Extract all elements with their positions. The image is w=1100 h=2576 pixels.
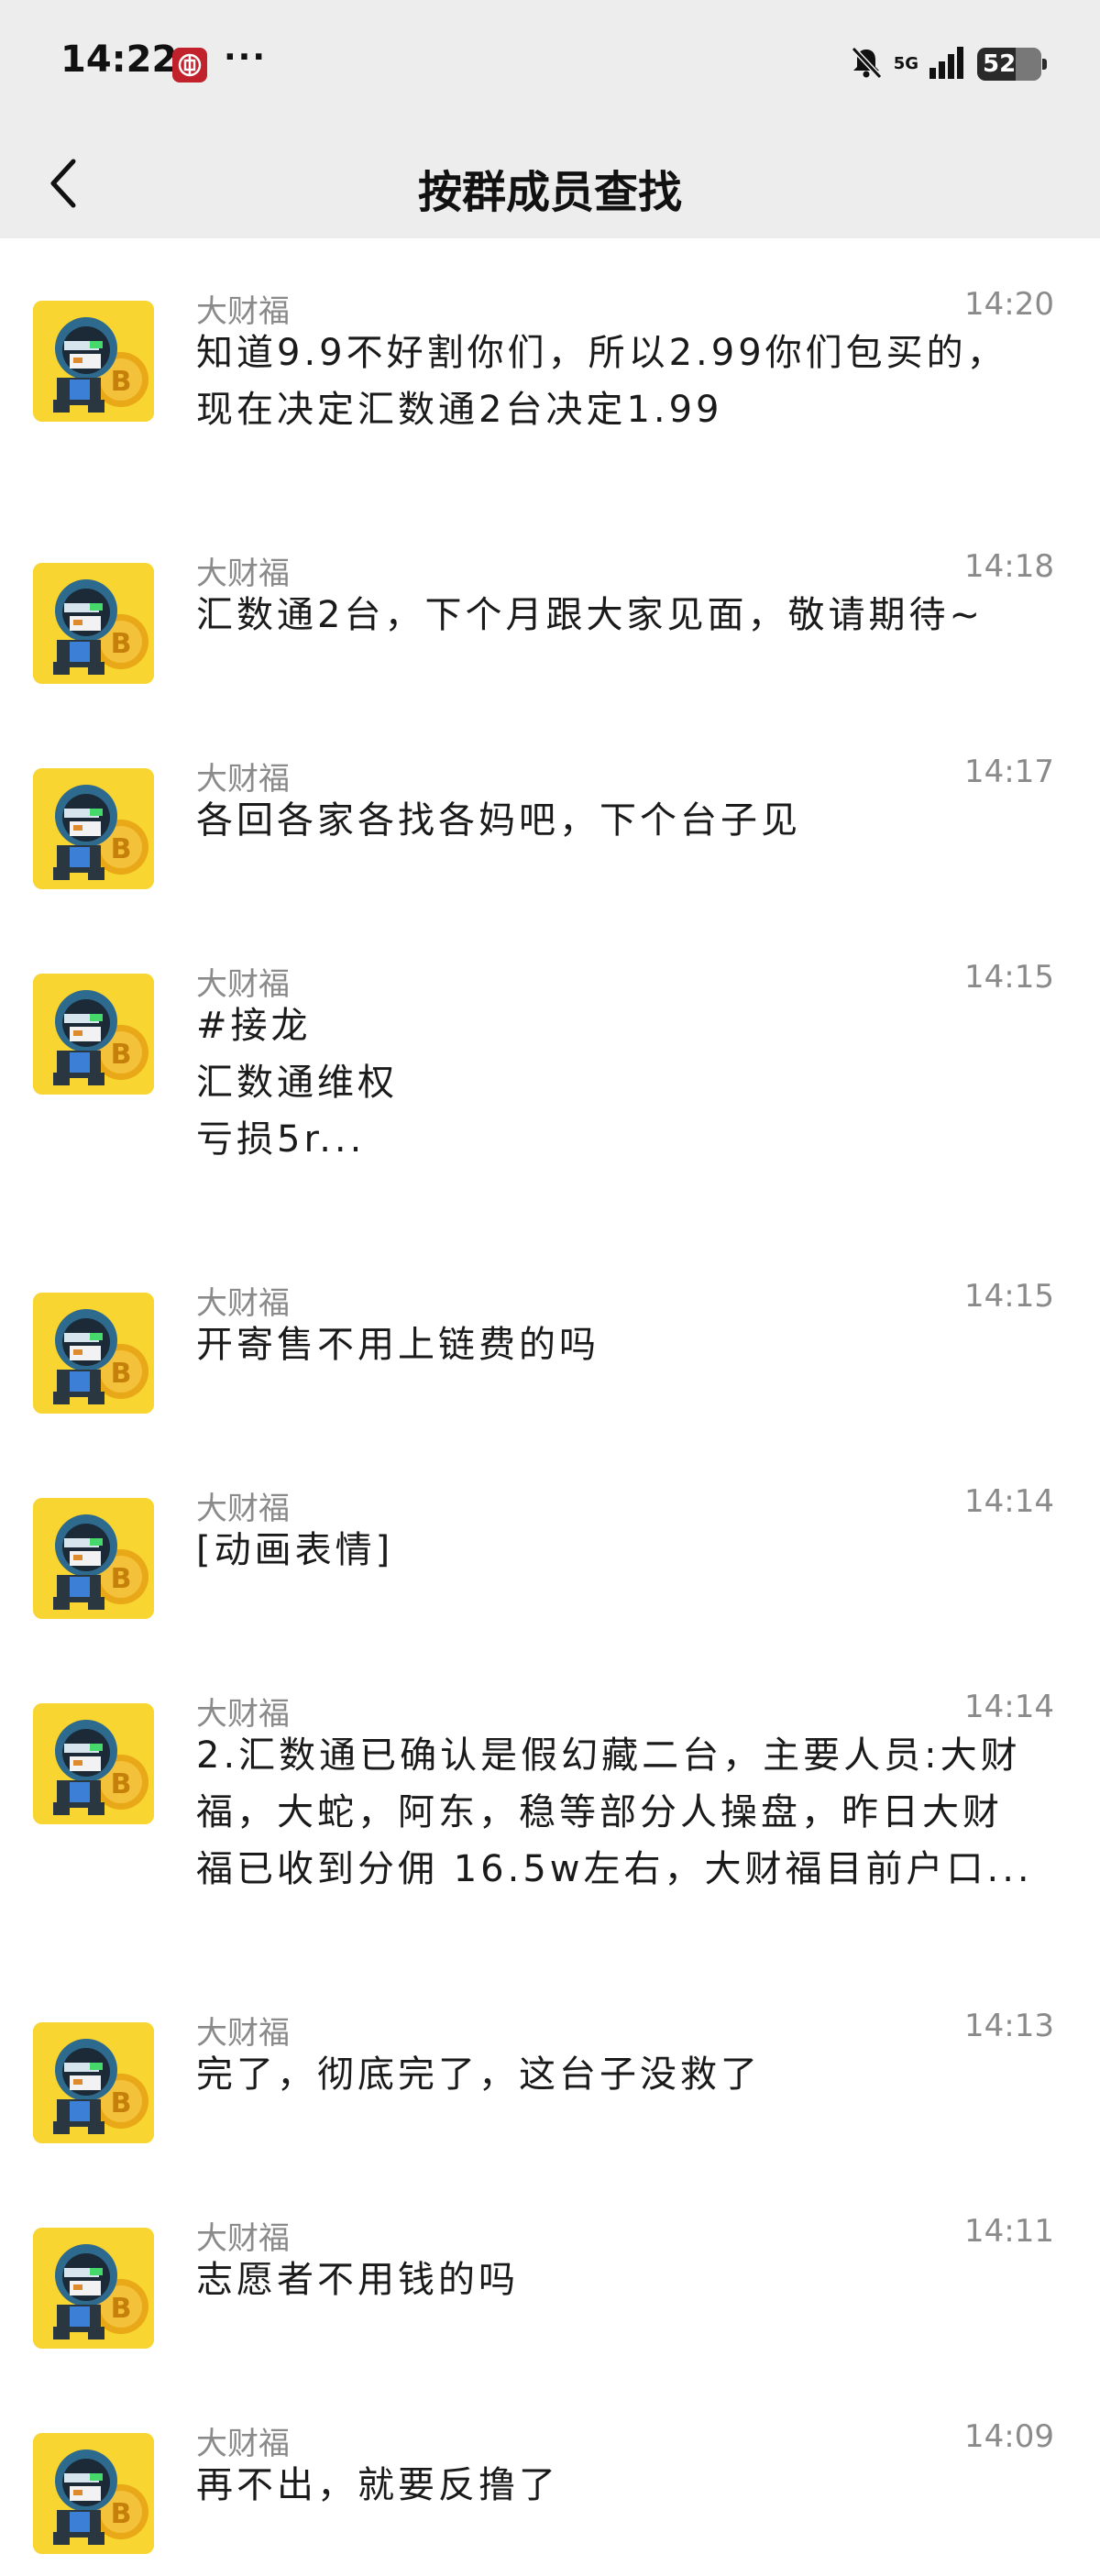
message-item[interactable]: B 大财福 14:13 完了，彻底完了，这台子没救了 — [0, 1960, 1100, 2165]
message-time: 14:18 — [964, 548, 1054, 585]
message-text: 汇数通2台，下个月跟大家见面，敬请期待~ — [196, 587, 1058, 644]
message-line: 福，大蛇，阿东，稳等部分人操盘，昨日大财 — [196, 1791, 1003, 1833]
message-text: [动画表情] — [196, 1522, 1058, 1579]
message-text: 完了，彻底完了，这台子没救了 — [196, 2046, 1058, 2103]
message-text: 2.汇数通已确认是假幻藏二台，主要人员:大财 福，大蛇，阿东，稳等部分人操盘，昨日… — [196, 1727, 1058, 1898]
avatar[interactable]: B — [33, 974, 154, 1095]
svg-text:B: B — [111, 2498, 132, 2530]
message-item[interactable]: B 大财福 14:14 [动画表情] — [0, 1436, 1100, 1641]
avatar[interactable]: B — [33, 301, 154, 422]
message-line: 各回各家各找各妈吧，下个台子见 — [196, 799, 801, 842]
message-text: 志愿者不用钱的吗 — [196, 2251, 1058, 2308]
status-bar: 14:22 ··· 5G 52 — [0, 0, 1100, 128]
page-title: 按群成员查找 — [417, 167, 682, 218]
message-text: 再不出，就要反撸了 — [196, 2457, 1058, 2514]
status-icons: 5G 52 — [848, 44, 1047, 84]
avatar[interactable]: B — [33, 2022, 154, 2143]
message-list: B 大财福 14:20 知道9.9不好割你们，所以2.99你们包买的， 现在决定汇数通… — [0, 238, 1100, 2576]
message-time: 14:13 — [964, 2008, 1054, 2044]
network-indicator: 5G — [894, 56, 918, 72]
message-line: 完了，彻底完了，这台子没救了 — [196, 2053, 761, 2096]
battery-icon: 52 — [977, 48, 1047, 81]
svg-text:B: B — [111, 833, 132, 865]
message-line: 2.汇数通已确认是假幻藏二台，主要人员:大财 — [196, 1734, 1021, 1777]
avatar[interactable]: B — [33, 1498, 154, 1619]
message-text: 知道9.9不好割你们，所以2.99你们包买的， 现在决定汇数通2台决定1.99 — [196, 325, 1058, 438]
svg-text:B: B — [111, 1768, 132, 1800]
message-line: #接龙 — [196, 1005, 312, 1047]
svg-text:B: B — [111, 1039, 132, 1071]
mute-bell-icon — [848, 44, 885, 84]
message-item[interactable]: B 大财福 14:17 各回各家各找各妈吧，下个台子见 — [0, 706, 1100, 911]
message-item[interactable]: B 大财福 14:15 开寄售不用上链费的吗 — [0, 1230, 1100, 1436]
message-line: 汇数通维权 — [196, 1062, 398, 1104]
message-line: 开寄售不用上链费的吗 — [196, 1324, 600, 1366]
avatar[interactable]: B — [33, 1293, 154, 1414]
message-text: 各回各家各找各妈吧，下个台子见 — [196, 792, 1058, 849]
bank-app-icon — [172, 48, 207, 83]
message-item[interactable]: B 大财福 14:15 #接龙 汇数通维权 亏损5r... — [0, 911, 1100, 1230]
network-type: 5G — [893, 54, 918, 73]
svg-text:B: B — [111, 1358, 132, 1390]
message-time: 14:15 — [964, 959, 1054, 996]
signal-icon — [928, 44, 968, 84]
avatar[interactable]: B — [33, 1703, 154, 1824]
message-item[interactable]: B 大财福 14:18 汇数通2台，下个月跟大家见面，敬请期待~ — [0, 501, 1100, 706]
message-item[interactable]: B 大财福 14:20 知道9.9不好割你们，所以2.99你们包买的， 现在决定汇数通… — [0, 238, 1100, 501]
message-time: 14:11 — [964, 2213, 1054, 2250]
message-text: #接龙汇数通维权亏损5r... — [196, 997, 1058, 1168]
message-line: 汇数通2台，下个月跟大家见面，敬请期待~ — [196, 594, 984, 636]
svg-text:B: B — [111, 2293, 132, 2325]
message-line: 现在决定汇数通2台决定1.99 — [196, 389, 723, 431]
avatar[interactable]: B — [33, 2228, 154, 2349]
svg-text:B: B — [111, 2087, 132, 2119]
message-time: 14:20 — [964, 286, 1054, 323]
svg-text:B: B — [111, 1563, 132, 1595]
avatar[interactable]: B — [33, 563, 154, 684]
message-line: 知道9.9不好割你们，所以2.99你们包买的， — [196, 332, 1007, 374]
message-item[interactable]: B 大财福 14:11 志愿者不用钱的吗 — [0, 2165, 1100, 2371]
message-line: 再不出，就要反撸了 — [196, 2464, 559, 2506]
message-time: 14:14 — [964, 1689, 1054, 1725]
svg-text:B: B — [111, 366, 132, 398]
message-line: 福已收到分佣 16.5w左右，大财福目前户口... — [196, 1848, 1033, 1890]
avatar[interactable]: B — [33, 768, 154, 889]
battery-level: 52 — [983, 50, 1017, 78]
status-time: 14:22 — [60, 39, 178, 81]
more-notifications-icon: ··· — [224, 39, 268, 76]
message-time: 14:15 — [964, 1278, 1054, 1315]
message-item[interactable]: B 大财福 14:09 再不出，就要反撸了 — [0, 2371, 1100, 2576]
message-text: 开寄售不用上链费的吗 — [196, 1316, 1058, 1373]
svg-text:B: B — [111, 628, 132, 660]
message-line: 亏损5r... — [196, 1118, 366, 1161]
message-time: 14:17 — [964, 754, 1054, 790]
message-line: [动画表情] — [196, 1529, 394, 1571]
message-time: 14:09 — [964, 2418, 1054, 2455]
top-area: 14:22 ··· 5G 52 按群成员查找 — [0, 0, 1100, 238]
avatar[interactable]: B — [33, 2433, 154, 2554]
message-line: 志愿者不用钱的吗 — [196, 2259, 519, 2301]
message-item[interactable]: B 大财福 14:14 2.汇数通已确认是假幻藏二台，主要人员:大财 福，大蛇，阿东，… — [0, 1641, 1100, 1960]
message-time: 14:14 — [964, 1483, 1054, 1520]
nav-bar: 按群成员查找 — [0, 128, 1100, 238]
